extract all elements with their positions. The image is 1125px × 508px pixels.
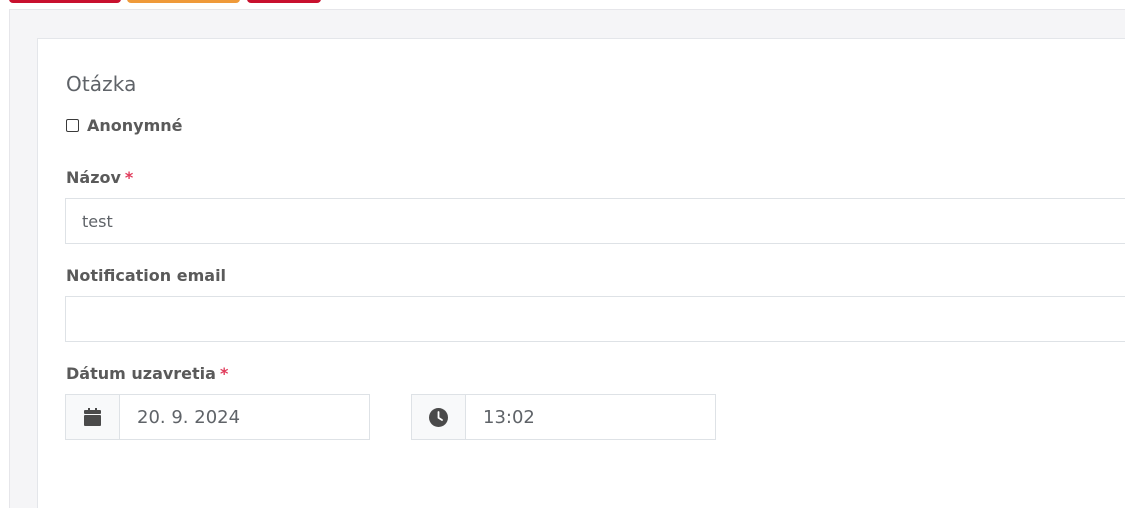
close-date-label-text: Dátum uzavretia xyxy=(66,364,216,383)
toolbar-button-red-2[interactable] xyxy=(247,0,321,3)
question-form-card: Otázka Anonymné Názov * test Notification… xyxy=(37,38,1125,508)
toolbar-button-orange[interactable] xyxy=(127,0,240,3)
required-asterisk: * xyxy=(219,364,229,383)
date-value[interactable]: 20. 9. 2024 xyxy=(120,395,369,439)
anonymous-checkbox[interactable] xyxy=(66,119,79,132)
name-input-value: test xyxy=(82,211,113,231)
required-asterisk: * xyxy=(124,168,134,187)
clock-icon xyxy=(429,407,448,427)
toolbar-button-red[interactable] xyxy=(9,0,121,3)
time-picker-button[interactable] xyxy=(412,395,466,439)
time-value[interactable]: 13:02 xyxy=(466,395,715,439)
time-picker[interactable]: 13:02 xyxy=(411,394,716,440)
form-title: Otázka xyxy=(66,72,137,96)
notification-email-label: Notification email xyxy=(66,266,227,285)
anonymous-checkbox-row[interactable]: Anonymné xyxy=(66,116,183,135)
calendar-icon xyxy=(84,408,101,426)
name-field-label: Názov * xyxy=(66,168,133,187)
notification-email-input[interactable] xyxy=(65,296,1125,342)
name-label-text: Názov xyxy=(66,168,121,187)
date-picker-button[interactable] xyxy=(66,395,120,439)
top-toolbar xyxy=(0,0,400,4)
date-picker[interactable]: 20. 9. 2024 xyxy=(65,394,370,440)
close-date-label: Dátum uzavretia * xyxy=(66,364,228,383)
name-input[interactable]: test xyxy=(65,198,1125,244)
anonymous-label: Anonymné xyxy=(87,116,183,135)
